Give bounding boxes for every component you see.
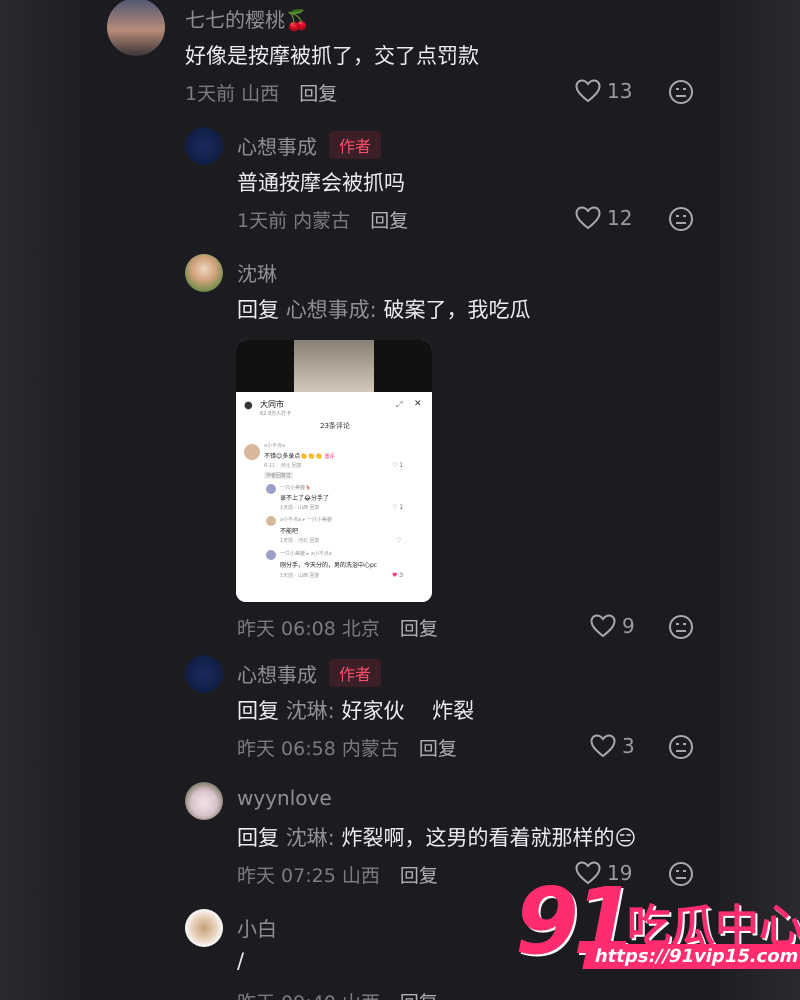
- username[interactable]: 七七的樱桃🍒: [185, 4, 310, 33]
- comment-time: 昨天 06:58: [237, 738, 336, 760]
- like-button[interactable]: 12: [575, 206, 632, 230]
- comment-time: 1天前: [185, 83, 236, 105]
- reply-button[interactable]: 回复: [419, 738, 457, 760]
- comment-location: 北京: [341, 618, 380, 640]
- dislike-icon[interactable]: [668, 734, 694, 760]
- username[interactable]: 心想事成 作者: [237, 659, 382, 688]
- reply-button[interactable]: 回复: [400, 992, 438, 1000]
- reply-button[interactable]: 回复: [299, 83, 337, 105]
- comment-meta: 1天前 内蒙古 回复: [237, 206, 408, 233]
- embedded-user: 一只小美鹿🦌: [280, 485, 312, 491]
- close-icon: ✕: [414, 399, 422, 409]
- comment-text: 回复 沈琳: 好家伙 炸裂: [237, 699, 475, 723]
- embedded-user: 一只小美鹿 ▸ a小不点a: [280, 551, 332, 557]
- right-blurred-margin: [720, 0, 800, 1000]
- heart-icon: [575, 206, 601, 230]
- avatar[interactable]: [107, 0, 165, 56]
- comment-meta: 昨天 07:25 山西 回复: [237, 861, 438, 888]
- comment-location: 山西: [241, 83, 280, 105]
- embedded-meta: 1天前 · 山西 回复: [280, 573, 320, 579]
- embedded-comment-count: 23条评论: [320, 422, 350, 430]
- dislike-icon[interactable]: [668, 206, 694, 232]
- embedded-avatar: [244, 444, 260, 460]
- comment-meta: 1天前 山西 回复: [185, 79, 337, 106]
- comment-meta: 昨天 06:58 内蒙古 回复: [237, 734, 457, 761]
- embedded-comment-sheet: ● 大同市 62.9万人打卡 ⤢ ✕ 23条评论 a小不点a 不错😊多录点👏👏👏…: [236, 392, 432, 602]
- like-count: 13: [607, 79, 633, 103]
- comment-location: 内蒙古: [341, 738, 399, 760]
- comment-time: 昨天 06:08: [237, 618, 336, 640]
- like-button[interactable]: 9: [590, 614, 635, 638]
- embedded-meta: 1天前 · 河北 回复: [280, 538, 320, 544]
- avatar[interactable]: [185, 127, 223, 165]
- like-count: 12: [607, 206, 633, 230]
- reply-button[interactable]: 回复: [370, 210, 408, 232]
- embedded-avatar: [266, 484, 276, 494]
- reply-target[interactable]: 沈琳:: [286, 699, 335, 723]
- watermark-url: https://91vip15.com: [582, 944, 800, 969]
- embedded-city-sub: 62.9万人打卡: [260, 411, 292, 417]
- reply-target[interactable]: 沈琳:: [286, 826, 335, 850]
- like-button[interactable]: 3: [590, 734, 635, 758]
- like-count: 3: [622, 734, 635, 758]
- embedded-avatar: [266, 516, 276, 526]
- comment-text: 好像是按摩被抓了，交了点罚款: [185, 44, 479, 68]
- embedded-avatar: [266, 550, 276, 560]
- comment-text: 回复 沈琳: 炸裂啊，这男的看着就那样的😑: [237, 826, 637, 850]
- avatar[interactable]: [185, 909, 223, 947]
- comment-location: 山西: [342, 992, 380, 1000]
- comment-meta: 昨天 06:08 北京 回复: [237, 614, 438, 641]
- heart-icon: [590, 734, 616, 758]
- comment-text: /: [237, 949, 245, 973]
- username[interactable]: 心想事成 作者: [237, 131, 382, 160]
- dislike-icon[interactable]: [668, 614, 694, 640]
- embedded-text: 刚分手，今天分的，男的洗浴中心pc: [280, 562, 378, 569]
- comment-text: 回复 心想事成: 破案了，我吃瓜: [237, 298, 531, 322]
- embedded-author-replied: 作者回复过: [264, 472, 294, 479]
- location-pin-icon: ●: [244, 400, 253, 411]
- comment-image[interactable]: ● 大同市 62.9万人打卡 ⤢ ✕ 23条评论 a小不点a 不错😊多录点👏👏👏…: [236, 340, 432, 602]
- expand-icon: ⤢: [396, 400, 403, 409]
- heart-icon: [590, 614, 616, 638]
- comment-time: 1天前: [237, 210, 288, 232]
- username[interactable]: 小白: [237, 913, 277, 942]
- reply-button[interactable]: 回复: [400, 865, 438, 887]
- left-blurred-margin: [0, 0, 80, 1000]
- reply-button[interactable]: 回复: [400, 618, 438, 640]
- username[interactable]: wyynlove: [237, 786, 332, 810]
- embedded-meta: 1天前 · 山西 回复: [280, 505, 320, 511]
- comment-location: 内蒙古: [293, 210, 351, 232]
- comment-time: 昨天 09:40: [237, 992, 336, 1000]
- embedded-text: 不错😊多录点👏👏👏: [264, 453, 323, 460]
- dislike-icon[interactable]: [668, 79, 694, 105]
- comment-text: 普通按摩会被抓吗: [237, 171, 405, 195]
- video-preview: [294, 340, 374, 392]
- avatar[interactable]: [185, 655, 223, 693]
- like-button[interactable]: 13: [575, 79, 632, 103]
- embedded-user: a小不点a ▸ 一只小美鹿: [280, 517, 332, 523]
- embedded-badge: 置评: [324, 454, 335, 460]
- author-badge: 作者: [329, 659, 382, 687]
- comment-location: 山西: [341, 865, 380, 887]
- heart-icon: [575, 79, 601, 103]
- watermark-logo: 91 吃瓜中心 https://91vip15.com: [515, 868, 800, 978]
- embedded-text: 录不上了😂分手了: [280, 495, 330, 502]
- embedded-text: 不能吧: [280, 528, 299, 535]
- username[interactable]: 沈琳: [237, 258, 277, 287]
- embedded-meta: 6-11 · 河北 回复: [264, 463, 302, 469]
- comment-panel: 七七的樱桃🍒 好像是按摩被抓了，交了点罚款 1天前 山西 回复 13 心想事成作…: [80, 0, 720, 1000]
- like-count: 9: [622, 614, 635, 638]
- reply-target[interactable]: 心想事成:: [286, 298, 377, 322]
- author-badge: 作者: [329, 131, 382, 159]
- comment-time: 昨天 07:25: [237, 865, 336, 887]
- comment-meta: 昨天 09:40 山西 回复: [237, 988, 438, 1000]
- avatar[interactable]: [185, 782, 223, 820]
- avatar[interactable]: [185, 254, 223, 292]
- embedded-city: 大同市: [260, 400, 284, 409]
- embedded-user: a小不点a: [264, 443, 286, 449]
